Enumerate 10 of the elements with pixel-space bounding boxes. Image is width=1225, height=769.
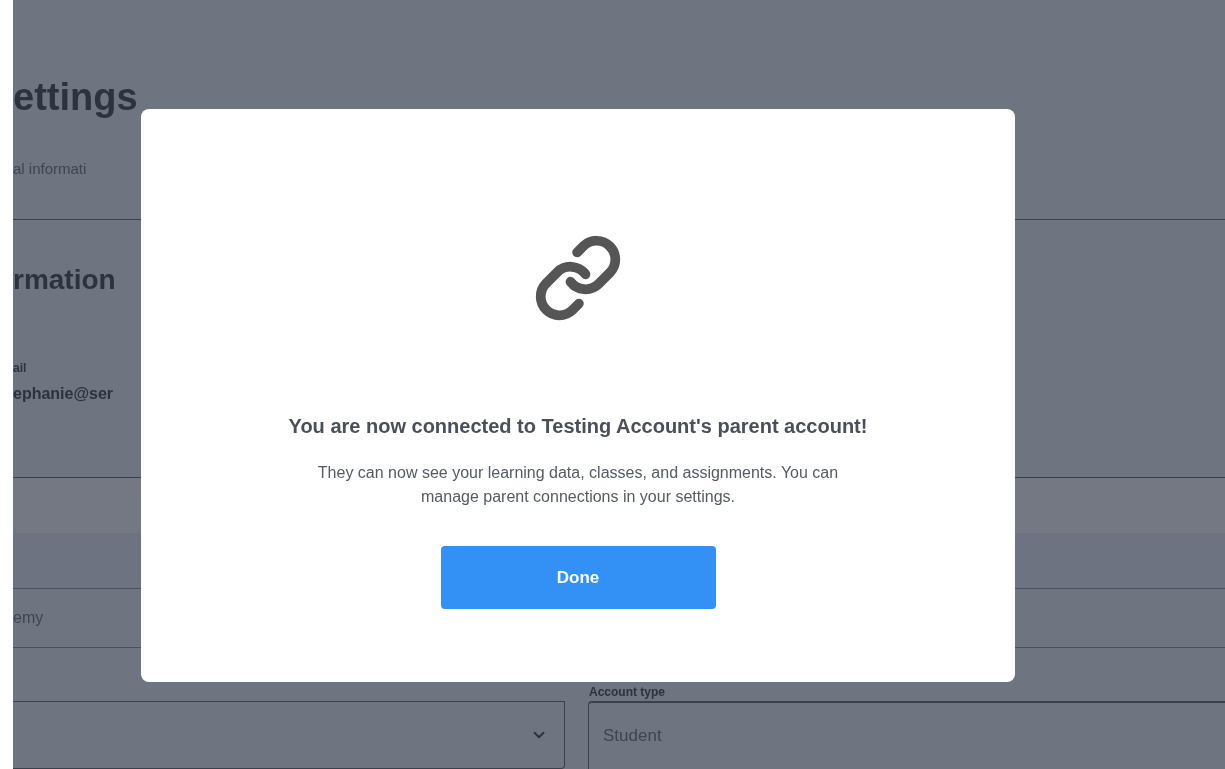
link-icon: [533, 233, 623, 323]
done-button[interactable]: Done: [440, 546, 716, 609]
field-label: Account type: [589, 684, 665, 700]
page-title: ettings: [13, 75, 138, 119]
modal-message: They can now see your learning data, classes, and assignments. You can manage parent connections in your settings.: [316, 463, 840, 507]
section-heading: rmation: [13, 263, 116, 297]
select-field[interactable]: [13, 701, 565, 769]
modal-heading: You are now connected to Testing Account's parent account!: [288, 414, 868, 439]
email-value: ephanie@ser: [13, 384, 114, 404]
field-label: ail: [13, 360, 27, 376]
